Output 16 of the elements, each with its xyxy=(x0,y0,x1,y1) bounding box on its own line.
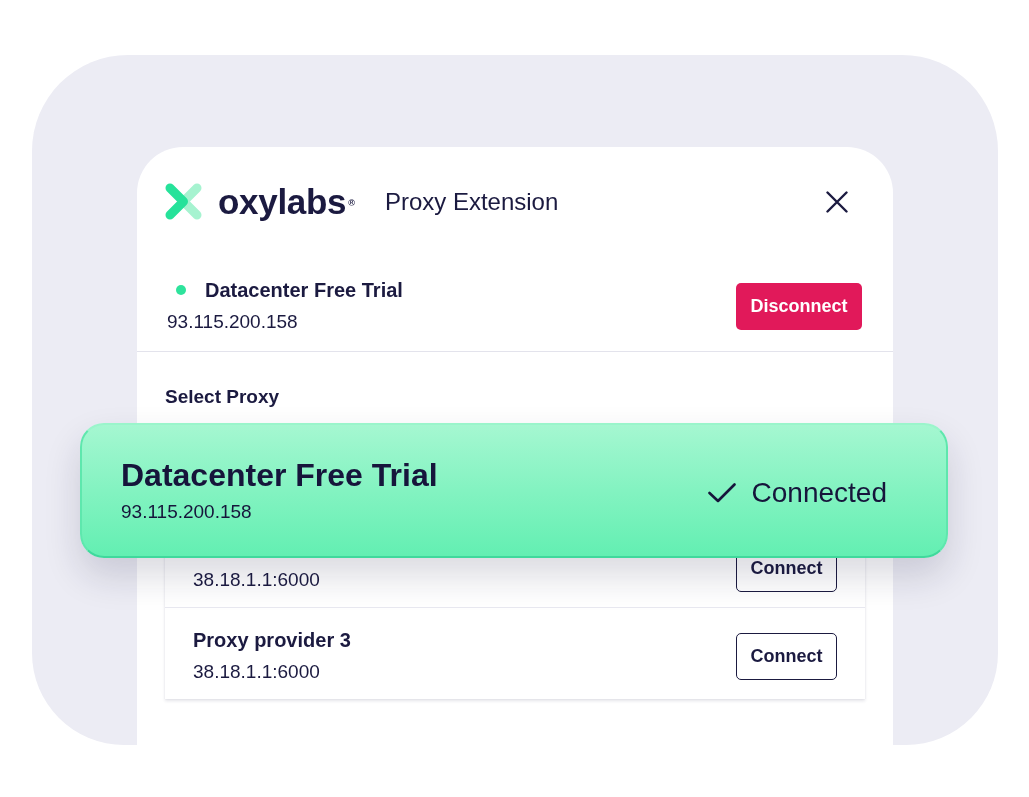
close-icon xyxy=(826,190,848,213)
brand-name: oxylabs$^{®}$ xyxy=(218,183,355,220)
proxy-name: Datacenter Free Trial xyxy=(205,278,403,302)
close-button[interactable] xyxy=(826,190,848,213)
proxy-name: Proxy provider 3 xyxy=(193,628,351,652)
proxy-address: 93.115.200.158 xyxy=(121,500,252,524)
logo-icon xyxy=(165,183,202,220)
proxy-address: 38.18.1.1:6000 xyxy=(193,660,320,684)
proxy-address: 38.18.1.1:6000 xyxy=(193,568,320,592)
section-label: Select Proxy xyxy=(165,385,280,409)
connect-button[interactable]: Connect xyxy=(736,632,837,680)
disconnect-button[interactable]: Disconnect xyxy=(736,282,862,330)
connection-status: Connected xyxy=(751,476,887,509)
app-title: Proxy Extension xyxy=(384,186,559,217)
proxy-name: Datacenter Free Trial xyxy=(121,457,438,493)
proxy-address: 93.115.200.158 xyxy=(167,310,298,334)
